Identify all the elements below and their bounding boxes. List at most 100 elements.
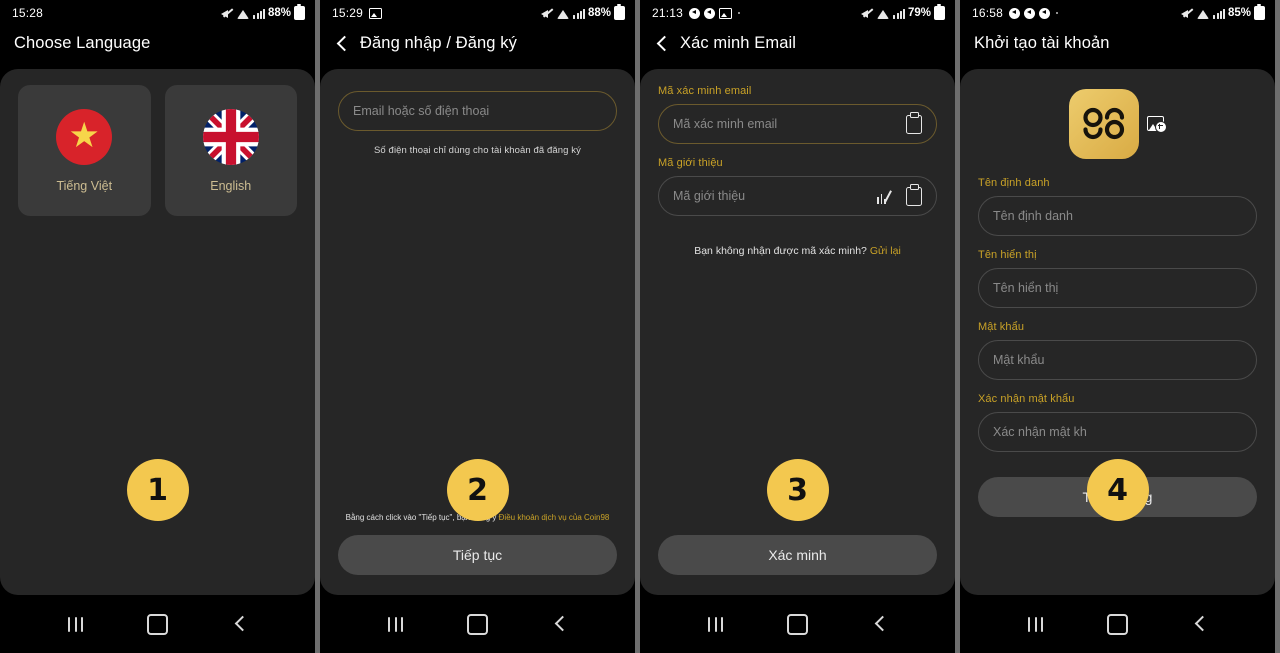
status-time: 16:58	[972, 6, 1004, 20]
mute-icon	[1181, 7, 1194, 19]
bottom-action-area: Xác minh	[658, 535, 937, 575]
avatar-row	[978, 89, 1257, 159]
resend-link[interactable]: Gửi lại	[870, 245, 901, 257]
password-input[interactable]: Mật khẩu	[978, 340, 1257, 380]
field-label: Mã giới thiệu	[658, 157, 723, 169]
back-icon[interactable]	[553, 617, 567, 631]
gallery-icon	[719, 7, 733, 19]
content-card: ★ Tiếng Việt English 1	[0, 69, 315, 595]
signal-icon	[1213, 8, 1225, 19]
password-placeholder: Mật khẩu	[993, 353, 1045, 367]
home-icon[interactable]	[787, 613, 809, 635]
phone-screen-4: 16:58 85% Khởi tạo tài khoản Tên định da…	[960, 0, 1275, 653]
recents-icon[interactable]	[1028, 616, 1044, 632]
play-icon	[704, 7, 716, 19]
page-title: Khởi tạo tài khoản	[974, 34, 1110, 52]
android-nav-bar	[640, 595, 955, 653]
field-group-confirm-password: Xác nhận mật khẩu Xác nhận mật kh	[978, 393, 1257, 452]
android-nav-bar	[960, 595, 1275, 653]
scanner-icon[interactable]	[877, 188, 894, 204]
step-badge: 3	[766, 459, 829, 521]
phone-screen-3: 21:13 79% Xác minh Email Mã xác minh ema…	[640, 0, 955, 653]
add-photo-icon[interactable]	[1146, 115, 1167, 133]
phone-screen-2: 15:29 88% Đăng nhập / Đăng ký Email hoặc…	[320, 0, 635, 653]
field-group-verification-code: Mã xác minh email Mã xác minh email	[658, 85, 937, 144]
play-icon	[1039, 7, 1051, 19]
content-card: Mã xác minh email Mã xác minh email Mã g…	[640, 69, 955, 595]
field-group-referral-code: Mã giới thiệu Mã giới thiệu	[658, 157, 937, 216]
app-header: Choose Language	[0, 26, 315, 69]
battery-icon	[1254, 4, 1265, 20]
home-icon[interactable]	[147, 613, 169, 635]
status-time: 21:13	[652, 6, 684, 20]
home-icon[interactable]	[467, 613, 489, 635]
battery-percent: 88%	[587, 7, 611, 19]
battery-icon	[934, 4, 945, 20]
screenshot-strip: 15:28 88% Choose Language ★ Tiếng Việt E…	[0, 0, 1280, 653]
status-bar: 16:58 85%	[960, 0, 1275, 26]
play-icon	[1024, 7, 1036, 19]
coin98-logo-icon	[1068, 89, 1139, 159]
verification-code-input[interactable]: Mã xác minh email	[658, 104, 937, 144]
signal-icon	[893, 8, 905, 19]
clipboard-icon[interactable]	[906, 111, 922, 134]
recents-icon[interactable]	[708, 616, 724, 632]
username-input[interactable]: Tên định danh	[978, 196, 1257, 236]
username-placeholder: Tên định danh	[993, 209, 1073, 223]
back-icon[interactable]	[1193, 617, 1207, 631]
display-name-input[interactable]: Tên hiển thị	[978, 268, 1257, 308]
phone-hint-text: Số điện thoại chỉ dùng cho tài khoản đã …	[374, 145, 581, 156]
wifi-icon	[1197, 8, 1210, 19]
email-or-phone-placeholder: Email hoặc số điện thoại	[353, 104, 490, 118]
wifi-icon	[557, 8, 570, 19]
battery-percent: 85%	[1227, 7, 1251, 19]
home-icon[interactable]	[1107, 613, 1129, 635]
language-option-vietnamese[interactable]: ★ Tiếng Việt	[18, 85, 151, 216]
recents-icon[interactable]	[68, 616, 84, 632]
email-or-phone-input[interactable]: Email hoặc số điện thoại	[338, 91, 617, 131]
page-title: Xác minh Email	[680, 34, 797, 52]
field-group-password: Mật khẩu Mật khẩu	[978, 321, 1257, 380]
mute-icon	[221, 7, 234, 19]
field-label: Mã xác minh email	[658, 85, 752, 97]
app-header: Đăng nhập / Đăng ký	[320, 26, 635, 69]
recents-icon[interactable]	[388, 616, 404, 632]
signal-icon	[573, 8, 585, 19]
clipboard-icon[interactable]	[906, 183, 922, 206]
field-group-username: Tên định danh Tên định danh	[978, 177, 1257, 236]
back-icon[interactable]	[873, 617, 887, 631]
app-header: Xác minh Email	[640, 26, 955, 69]
more-notifications-icon	[738, 12, 741, 14]
step-badge: 4	[1086, 459, 1149, 521]
status-bar: 21:13 79%	[640, 0, 955, 26]
confirm-password-input[interactable]: Xác nhận mật kh	[978, 412, 1257, 452]
back-chevron-icon[interactable]	[334, 36, 350, 52]
battery-icon	[294, 4, 305, 20]
field-label: Tên định danh	[978, 177, 1050, 189]
signal-icon	[253, 8, 265, 19]
page-title: Choose Language	[14, 34, 151, 52]
verification-code-placeholder: Mã xác minh email	[673, 117, 778, 131]
more-notifications-icon	[1056, 12, 1059, 14]
back-icon[interactable]	[233, 617, 247, 631]
referral-code-input[interactable]: Mã giới thiệu	[658, 176, 937, 216]
language-option-english[interactable]: English	[164, 85, 297, 216]
play-icon	[1009, 7, 1021, 19]
field-group-display-name: Tên hiển thị Tên hiển thị	[978, 249, 1257, 308]
bottom-action-area: Bằng cách click vào "Tiếp tục", bạn đồng…	[338, 513, 617, 575]
content-card: Tên định danh Tên định danh Tên hiển thị…	[960, 69, 1275, 595]
terms-link[interactable]: Điều khoản dịch vụ của Coin98	[499, 513, 610, 522]
resend-row: Bạn không nhận được mã xác minh? Gửi lại	[658, 245, 937, 257]
step-badge: 1	[126, 459, 189, 521]
verify-button[interactable]: Xác minh	[658, 535, 937, 575]
status-bar: 15:29 88%	[320, 0, 635, 26]
status-bar: 15:28 88%	[0, 0, 315, 26]
android-nav-bar	[320, 595, 635, 653]
battery-percent: 88%	[267, 7, 291, 19]
continue-button[interactable]: Tiếp tục	[338, 535, 617, 575]
referral-code-placeholder: Mã giới thiệu	[673, 189, 746, 203]
phone-screen-1: 15:28 88% Choose Language ★ Tiếng Việt E…	[0, 0, 315, 653]
battery-icon	[614, 4, 625, 20]
language-grid: ★ Tiếng Việt English	[18, 85, 297, 216]
back-chevron-icon[interactable]	[654, 36, 670, 52]
